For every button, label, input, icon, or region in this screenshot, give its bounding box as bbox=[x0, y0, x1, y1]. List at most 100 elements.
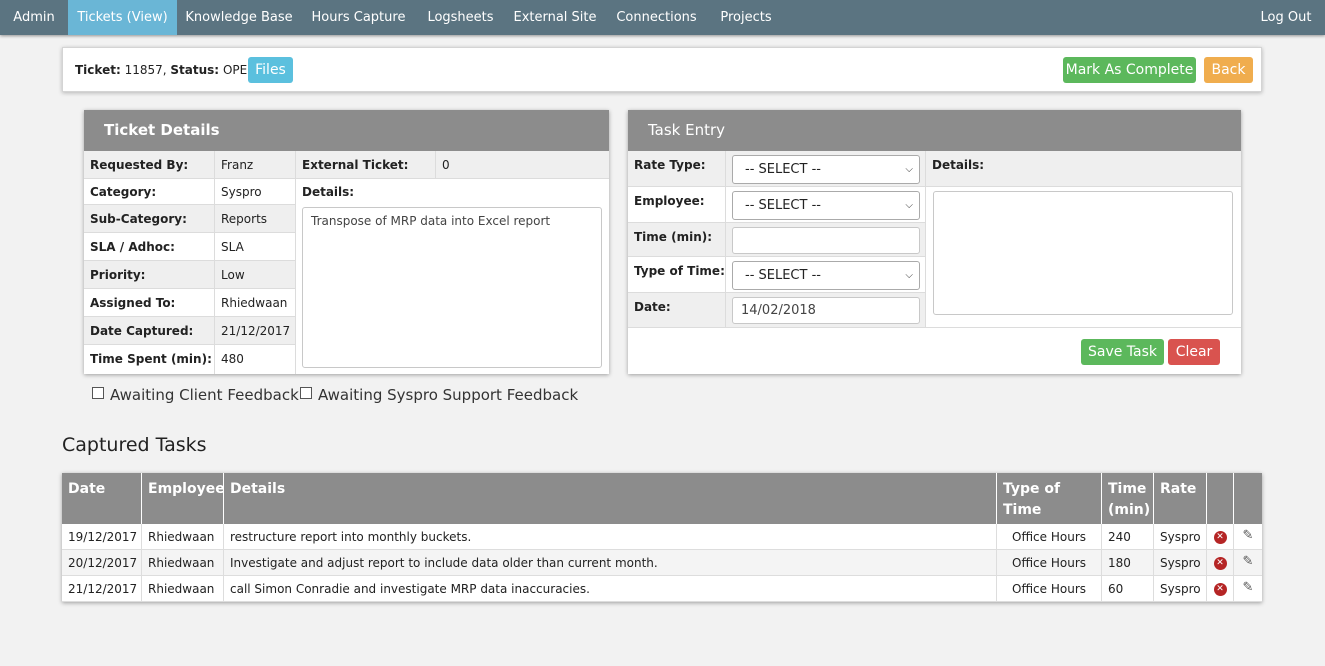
header-edit bbox=[1234, 473, 1262, 524]
table-cell-employee: Rhiedwaan bbox=[142, 524, 224, 550]
ticket-number: 11857, bbox=[124, 63, 167, 77]
table-cell-type: Office Hours bbox=[997, 524, 1102, 550]
date-captured-value: 21/12/2017 bbox=[215, 317, 296, 345]
rate-type-label: Rate Type: bbox=[628, 151, 726, 187]
mark-complete-button[interactable]: Mark As Complete bbox=[1063, 57, 1196, 83]
edit-cell: ✎ bbox=[1234, 576, 1262, 602]
chevron-down-icon: ⌵ bbox=[905, 270, 913, 281]
table-cell-details: restructure report into monthly buckets. bbox=[224, 524, 997, 550]
table-cell-type: Office Hours bbox=[997, 576, 1102, 602]
top-navbar: Admin Tickets (View) Knowledge Base Hour… bbox=[0, 0, 1325, 35]
client-feedback-label: Awaiting Client Feedback bbox=[110, 386, 299, 404]
ticket-info: Ticket: 11857, Status: OPEN bbox=[75, 63, 256, 77]
time-input[interactable] bbox=[732, 227, 920, 254]
back-button[interactable]: Back bbox=[1204, 57, 1253, 83]
task-details-label: Details: bbox=[926, 151, 1241, 187]
header-details: Details bbox=[224, 473, 997, 524]
chevron-down-icon: ⌵ bbox=[905, 164, 913, 175]
pencil-icon[interactable]: ✎ bbox=[1243, 580, 1254, 595]
nav-admin[interactable]: Admin bbox=[0, 0, 68, 35]
details-label: Details: bbox=[302, 185, 355, 199]
assigned-to-value: Rhiedwaan bbox=[215, 289, 296, 317]
time-spent-value: 480 bbox=[215, 345, 296, 374]
assigned-to-label: Assigned To: bbox=[84, 289, 215, 317]
edit-cell: ✎ bbox=[1234, 550, 1262, 576]
type-of-time-select-value: -- SELECT -- bbox=[745, 268, 821, 283]
chevron-down-icon: ⌵ bbox=[905, 200, 913, 211]
delete-cell: ✕ bbox=[1207, 576, 1234, 602]
header-time: Time (min) bbox=[1102, 473, 1154, 524]
table-cell-time: 180 bbox=[1102, 550, 1154, 576]
edit-cell: ✎ bbox=[1234, 524, 1262, 550]
header-date: Date bbox=[62, 473, 142, 524]
table-cell-time: 60 bbox=[1102, 576, 1154, 602]
table-cell-time: 240 bbox=[1102, 524, 1154, 550]
syspro-feedback-option[interactable]: Awaiting Syspro Support Feedback bbox=[300, 386, 578, 404]
delete-cell: ✕ bbox=[1207, 524, 1234, 550]
task-details-textarea[interactable] bbox=[933, 191, 1233, 315]
header-type-of-time: Type of Time bbox=[997, 473, 1102, 524]
sub-category-label: Sub-Category: bbox=[84, 205, 215, 233]
table-cell-rate: Syspro bbox=[1154, 524, 1207, 550]
external-ticket-label: External Ticket: bbox=[296, 151, 436, 179]
table-cell-rate: Syspro bbox=[1154, 550, 1207, 576]
nav-hours-capture[interactable]: Hours Capture bbox=[301, 0, 416, 35]
nav-connections[interactable]: Connections bbox=[605, 0, 708, 35]
delete-circle-icon[interactable]: ✕ bbox=[1213, 531, 1227, 544]
captured-tasks-table: Date Employee Details Type of Time Time … bbox=[62, 473, 1262, 602]
delete-circle-icon[interactable]: ✕ bbox=[1213, 557, 1227, 570]
ticket-label: Ticket: bbox=[75, 63, 121, 77]
type-of-time-select[interactable]: -- SELECT -- ⌵ bbox=[732, 261, 920, 290]
ticket-details-title: Ticket Details bbox=[84, 110, 609, 151]
syspro-feedback-label: Awaiting Syspro Support Feedback bbox=[318, 386, 579, 404]
rate-type-select-value: -- SELECT -- bbox=[745, 162, 821, 177]
requested-by-value: Franz bbox=[215, 151, 296, 179]
table-cell-details: Investigate and adjust report to include… bbox=[224, 550, 997, 576]
status-label: Status: bbox=[170, 63, 220, 77]
priority-value: Low bbox=[215, 261, 296, 289]
date-input[interactable]: 14/02/2018 bbox=[732, 297, 920, 324]
task-entry-panel: Task Entry Rate Type: -- SELECT -- ⌵ Emp… bbox=[628, 110, 1241, 374]
date-captured-label: Date Captured: bbox=[84, 317, 215, 345]
time-label: Time (min): bbox=[628, 223, 726, 257]
pencil-icon[interactable]: ✎ bbox=[1243, 554, 1254, 569]
pencil-icon[interactable]: ✎ bbox=[1243, 528, 1254, 543]
table-cell-details: call Simon Conradie and investigate MRP … bbox=[224, 576, 997, 602]
table-cell-rate: Syspro bbox=[1154, 576, 1207, 602]
rate-type-select[interactable]: -- SELECT -- ⌵ bbox=[732, 155, 920, 184]
captured-tasks-title: Captured Tasks bbox=[62, 434, 207, 456]
ticket-details-text: Transpose of MRP data into Excel report bbox=[302, 207, 602, 368]
nav-tickets-view[interactable]: Tickets (View) bbox=[68, 0, 177, 35]
table-cell-date: 20/12/2017 bbox=[62, 550, 142, 576]
date-label: Date: bbox=[628, 293, 726, 328]
nav-logsheets[interactable]: Logsheets bbox=[416, 0, 505, 35]
task-entry-title: Task Entry bbox=[628, 110, 1241, 151]
type-of-time-label: Type of Time: bbox=[628, 257, 726, 293]
client-feedback-checkbox[interactable] bbox=[92, 387, 104, 399]
ticket-details-panel: Ticket Details Requested By: Franz Categ… bbox=[84, 110, 609, 374]
category-value: Syspro bbox=[215, 179, 296, 205]
client-feedback-option[interactable]: Awaiting Client Feedback bbox=[92, 386, 299, 404]
header-employee: Employee bbox=[142, 473, 225, 524]
delete-circle-icon[interactable]: ✕ bbox=[1213, 583, 1227, 596]
table-cell-employee: Rhiedwaan bbox=[142, 576, 224, 602]
table-cell-employee: Rhiedwaan bbox=[142, 550, 224, 576]
employee-select[interactable]: -- SELECT -- ⌵ bbox=[732, 191, 920, 220]
nav-projects[interactable]: Projects bbox=[708, 0, 784, 35]
nav-logout[interactable]: Log Out bbox=[1251, 0, 1321, 35]
nav-external-site[interactable]: External Site bbox=[505, 0, 605, 35]
clear-button[interactable]: Clear bbox=[1168, 339, 1220, 365]
external-ticket-value: 0 bbox=[436, 151, 609, 179]
employee-label: Employee: bbox=[628, 187, 726, 223]
nav-knowledge-base[interactable]: Knowledge Base bbox=[177, 0, 301, 35]
sla-adhoc-label: SLA / Adhoc: bbox=[84, 233, 215, 261]
ticket-status-bar: Ticket: 11857, Status: OPEN Files Mark A… bbox=[62, 47, 1262, 92]
priority-label: Priority: bbox=[84, 261, 215, 289]
requested-by-label: Requested By: bbox=[84, 151, 215, 179]
sla-adhoc-value: SLA bbox=[215, 233, 296, 261]
files-button[interactable]: Files bbox=[248, 57, 293, 83]
employee-select-value: -- SELECT -- bbox=[745, 198, 821, 213]
syspro-feedback-checkbox[interactable] bbox=[300, 387, 312, 399]
sub-category-value: Reports bbox=[215, 205, 296, 233]
save-task-button[interactable]: Save Task bbox=[1081, 339, 1164, 365]
